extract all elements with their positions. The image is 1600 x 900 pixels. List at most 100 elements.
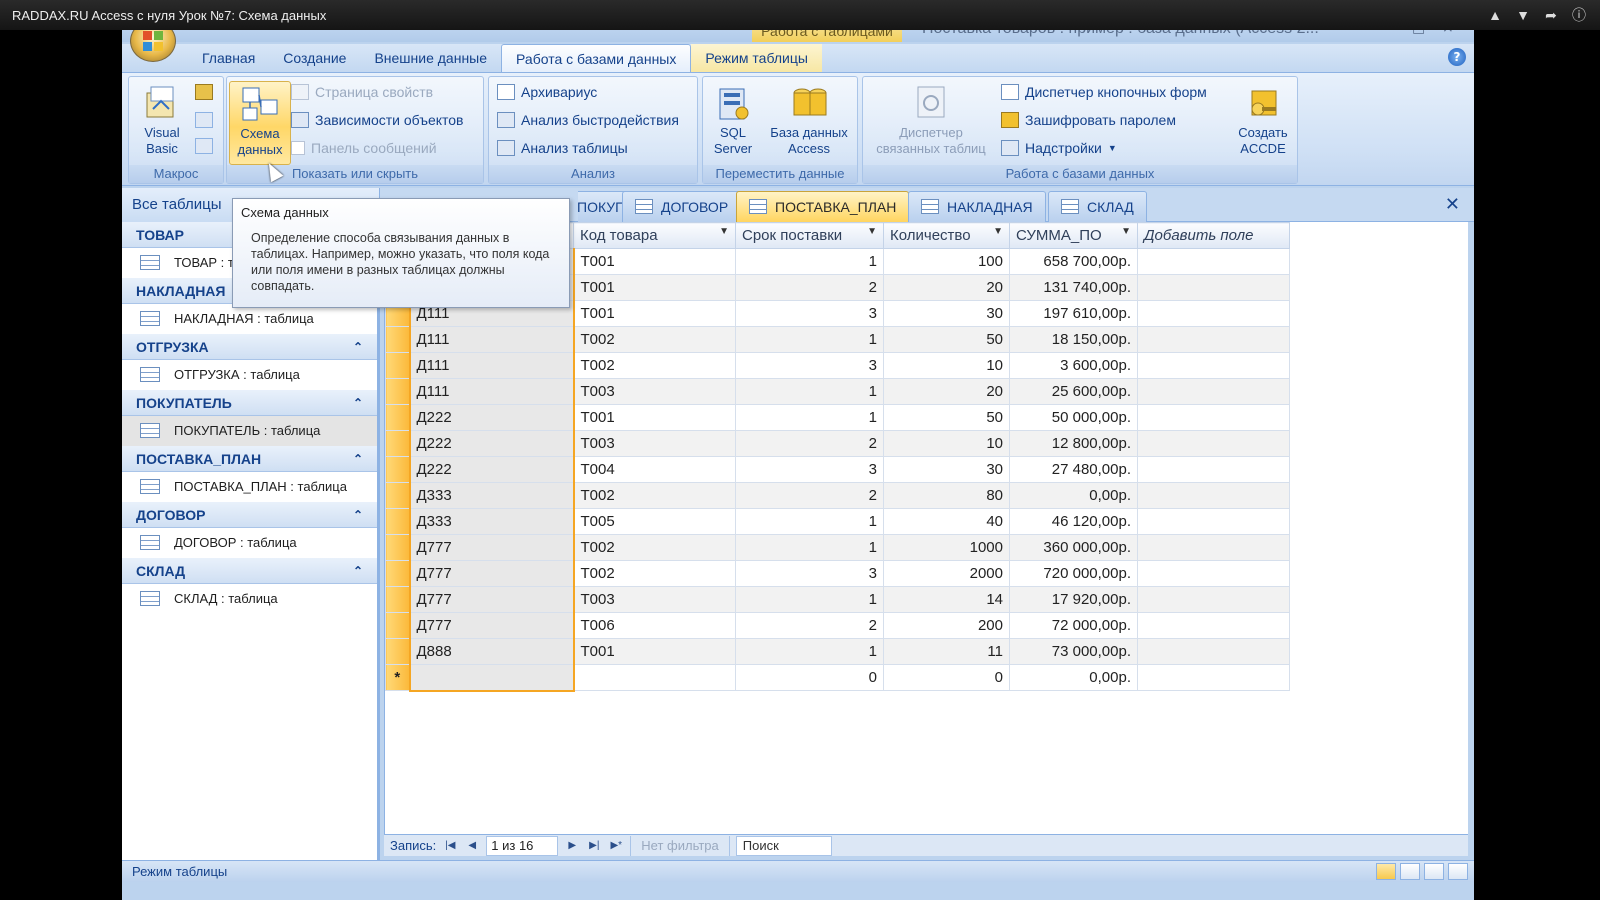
table-cell[interactable]: 50 xyxy=(883,326,1010,353)
doc-tab-dogovor[interactable]: ДОГОВОР xyxy=(622,191,742,222)
table-cell[interactable]: 1 xyxy=(735,248,884,275)
table-cell[interactable]: 50 000,00р. xyxy=(1009,404,1138,431)
visual-basic-button[interactable]: Visual Basic xyxy=(131,81,193,165)
macro-convert-icon[interactable] xyxy=(195,135,213,157)
table-cell[interactable] xyxy=(1137,378,1290,405)
table-cell[interactable]: Д222 xyxy=(408,404,575,431)
table-cell[interactable]: Т003 xyxy=(573,586,736,613)
column-header[interactable]: Количество ▼ xyxy=(883,222,1010,249)
table-cell[interactable]: Д111 xyxy=(408,378,575,405)
table-cell[interactable]: Т002 xyxy=(573,534,736,561)
record-selector[interactable] xyxy=(385,326,410,353)
table-cell[interactable] xyxy=(573,664,736,691)
table-cell[interactable]: 360 000,00р. xyxy=(1009,534,1138,561)
table-cell[interactable]: Т002 xyxy=(573,560,736,587)
table-cell[interactable] xyxy=(1137,326,1290,353)
table-cell[interactable]: 72 000,00р. xyxy=(1009,612,1138,639)
table-cell[interactable]: 18 150,00р. xyxy=(1009,326,1138,353)
next-record-icon[interactable]: ▶ xyxy=(564,838,580,854)
collapse-icon[interactable]: ⌃ xyxy=(353,502,363,528)
nav-item-table[interactable]: ДОГОВОР : таблица xyxy=(122,528,377,558)
collapse-icon[interactable]: ⌃ xyxy=(353,446,363,472)
record-selector[interactable] xyxy=(385,482,410,509)
table-cell[interactable]: Т003 xyxy=(573,378,736,405)
table-cell[interactable]: 200 xyxy=(883,612,1010,639)
record-selector[interactable] xyxy=(385,534,410,561)
table-cell[interactable]: 100 xyxy=(883,248,1010,275)
table-cell[interactable]: Д888 xyxy=(408,638,575,665)
access-database-button[interactable]: База данных Access xyxy=(763,81,855,165)
table-row[interactable]: Д111 Т002 3 10 3 600,00р. xyxy=(385,352,1290,379)
close-document-icon[interactable]: ✕ xyxy=(1445,194,1460,215)
table-cell[interactable]: 1 xyxy=(735,508,884,535)
table-row[interactable]: Д777 Т003 1 14 17 920,00р. xyxy=(385,586,1290,613)
encrypt-password-button[interactable]: Зашифровать паролем xyxy=(1001,109,1176,131)
table-cell[interactable]: 1 xyxy=(735,586,884,613)
table-cell[interactable]: 0,00р. xyxy=(1009,482,1138,509)
record-selector[interactable] xyxy=(385,378,410,405)
share-icon[interactable]: ➦ xyxy=(1542,6,1560,24)
nav-group-header[interactable]: ПОСТАВКА_ПЛАН ⌃ xyxy=(122,446,377,472)
record-position-input[interactable]: 1 из 16 xyxy=(486,835,559,856)
table-cell[interactable]: Т004 xyxy=(573,456,736,483)
tab-home[interactable]: Главная xyxy=(188,44,269,72)
search-input[interactable]: Поиск xyxy=(735,835,832,856)
datasheet-view-icon[interactable] xyxy=(1376,863,1396,880)
table-cell[interactable]: Д111 xyxy=(408,352,575,379)
collapse-icon[interactable]: ⌃ xyxy=(353,334,363,360)
table-cell[interactable]: Т002 xyxy=(573,326,736,353)
table-cell[interactable] xyxy=(1137,612,1290,639)
table-row[interactable]: Д222 Т001 1 50 50 000,00р. xyxy=(385,404,1290,431)
table-row[interactable]: Д777 Т002 3 2000 720 000,00р. xyxy=(385,560,1290,587)
table-cell[interactable]: 1 xyxy=(735,326,884,353)
nav-item-table[interactable]: НАКЛАДНАЯ : таблица xyxy=(122,304,377,334)
column-header[interactable]: Срок поставки ▼ xyxy=(735,222,884,249)
record-selector[interactable] xyxy=(385,404,410,431)
table-cell[interactable]: 80 xyxy=(883,482,1010,509)
table-cell[interactable]: 40 xyxy=(883,508,1010,535)
table-cell[interactable]: Д333 xyxy=(408,482,575,509)
design-view-icon[interactable] xyxy=(1448,863,1468,880)
tab-external-data[interactable]: Внешние данные xyxy=(360,44,501,72)
table-cell[interactable]: 2 xyxy=(735,274,884,301)
add-field-header[interactable]: Добавить поле xyxy=(1137,222,1290,249)
table-cell[interactable]: Т001 xyxy=(573,638,736,665)
table-cell[interactable]: 0,00р. xyxy=(1009,664,1138,691)
table-cell[interactable]: 3 xyxy=(735,300,884,327)
table-cell[interactable]: Д222 xyxy=(408,456,575,483)
object-dependencies-button[interactable]: Зависимости объектов xyxy=(291,109,464,131)
table-cell[interactable]: 3 xyxy=(735,456,884,483)
chevron-down-icon[interactable]: ▼ xyxy=(719,226,729,237)
switchboard-manager-button[interactable]: Диспетчер кнопочных форм xyxy=(1001,81,1207,103)
table-cell[interactable]: Т002 xyxy=(573,352,736,379)
pivotchart-view-icon[interactable] xyxy=(1424,863,1444,880)
table-cell[interactable] xyxy=(1137,586,1290,613)
new-record-row[interactable]: * 0 0 0,00р. xyxy=(385,664,1290,692)
table-cell[interactable] xyxy=(1137,456,1290,483)
last-record-icon[interactable]: ▶| xyxy=(586,838,602,854)
table-cell[interactable]: 1 xyxy=(735,534,884,561)
table-cell[interactable]: 1000 xyxy=(883,534,1010,561)
record-selector[interactable] xyxy=(385,560,410,587)
table-cell[interactable] xyxy=(1137,508,1290,535)
nav-group-header[interactable]: СКЛАД ⌃ xyxy=(122,558,377,584)
table-cell[interactable]: 14 xyxy=(883,586,1010,613)
table-cell[interactable]: 30 xyxy=(883,456,1010,483)
table-cell[interactable] xyxy=(1137,404,1290,431)
table-cell[interactable] xyxy=(1137,482,1290,509)
table-cell[interactable]: 131 740,00р. xyxy=(1009,274,1138,301)
filter-status[interactable]: Нет фильтра xyxy=(630,835,730,856)
collapse-icon[interactable]: ⌃ xyxy=(353,558,363,584)
table-cell[interactable]: 73 000,00р. xyxy=(1009,638,1138,665)
table-cell[interactable]: Т001 xyxy=(573,300,736,327)
record-selector[interactable] xyxy=(385,456,410,483)
analyze-performance-button[interactable]: Анализ быстродействия xyxy=(497,109,679,131)
table-cell[interactable]: 2 xyxy=(735,612,884,639)
nav-group-header[interactable]: ДОГОВОР ⌃ xyxy=(122,502,377,528)
table-cell[interactable]: 0 xyxy=(883,664,1010,691)
help-icon[interactable]: ? xyxy=(1448,48,1466,66)
record-selector[interactable] xyxy=(385,508,410,535)
table-cell[interactable]: Т001 xyxy=(573,248,736,275)
like-icon[interactable]: ▲ xyxy=(1486,6,1504,24)
first-record-icon[interactable]: |◀ xyxy=(442,838,458,854)
